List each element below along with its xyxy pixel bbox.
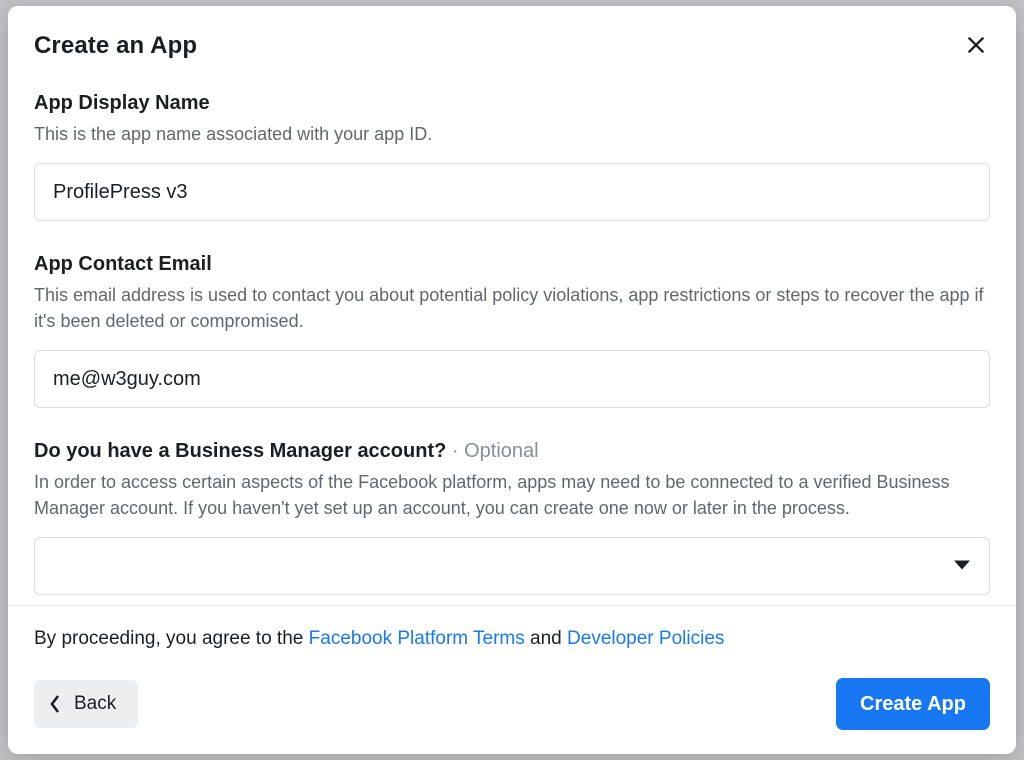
platform-terms-link[interactable]: Facebook Platform Terms — [309, 628, 525, 649]
business-manager-optional: Optional — [464, 440, 539, 462]
section-business-manager: Do you have a Business Manager account? … — [34, 440, 990, 595]
chevron-left-icon — [48, 693, 62, 715]
display-name-hint: This is the app name associated with you… — [34, 121, 990, 147]
back-button[interactable]: Back — [34, 680, 138, 728]
terms-agreement-text: By proceeding, you agree to the Facebook… — [34, 628, 990, 650]
section-contact-email: App Contact Email This email address is … — [34, 253, 990, 408]
back-button-label: Back — [74, 693, 116, 715]
close-icon — [965, 34, 987, 59]
create-app-button[interactable]: Create App — [836, 678, 990, 730]
display-name-label: App Display Name — [34, 92, 990, 115]
close-button[interactable] — [962, 32, 990, 60]
modal-title: Create an App — [34, 32, 197, 60]
footer-actions: Back Create App — [34, 678, 990, 730]
business-manager-label: Do you have a Business Manager account? … — [34, 440, 990, 463]
label-meta-sep: · — [446, 440, 464, 462]
business-manager-select[interactable] — [34, 537, 990, 595]
contact-email-input[interactable] — [34, 350, 990, 408]
developer-policies-link[interactable]: Developer Policies — [567, 628, 724, 649]
contact-email-label: App Contact Email — [34, 253, 990, 276]
caret-down-icon — [953, 555, 971, 578]
contact-email-hint: This email address is used to contact yo… — [34, 282, 990, 334]
modal-titlebar: Create an App — [34, 32, 990, 60]
modal-footer: By proceeding, you agree to the Facebook… — [8, 605, 1016, 754]
agree-prefix: By proceeding, you agree to the — [34, 628, 309, 649]
business-manager-label-text: Do you have a Business Manager account? — [34, 440, 446, 462]
display-name-input[interactable] — [34, 163, 990, 221]
create-app-modal: Create an App App Display Name This is t… — [8, 6, 1016, 754]
agree-mid: and — [525, 628, 567, 649]
modal-body: Create an App App Display Name This is t… — [8, 6, 1016, 605]
business-manager-hint: In order to access certain aspects of th… — [34, 469, 990, 521]
section-app-display-name: App Display Name This is the app name as… — [34, 92, 990, 221]
